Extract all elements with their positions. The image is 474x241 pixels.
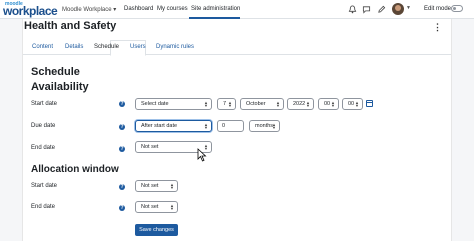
select-arrows-icon: ▲ ▼ (228, 100, 232, 108)
start-day-value: 7 (223, 101, 227, 107)
help-icon[interactable]: ? (119, 146, 125, 152)
allocation-window-heading: Allocation window (31, 164, 119, 175)
moodle-workplace-dropdown[interactable]: Moodle Workplace ▾ (62, 6, 116, 13)
start-date-label: Start date (31, 101, 58, 107)
end-date-select-value: Not set (141, 144, 159, 150)
tab-dynamic-rules[interactable]: Dynamic rules (156, 44, 194, 50)
due-date-select[interactable]: After start date ▲ ▼ (135, 120, 212, 132)
page-title: Health and Safety (24, 20, 117, 32)
start-month-select[interactable]: October ▲ ▼ (240, 98, 284, 110)
user-avatar[interactable] (392, 3, 404, 15)
tab-users[interactable]: Users (130, 44, 146, 50)
availability-heading: Availability (31, 81, 89, 93)
start-day-select[interactable]: 7 ▲ ▼ (217, 98, 236, 110)
start-minute-select[interactable]: 00 ▲ ▼ (342, 98, 363, 110)
start-month-value: October (246, 101, 266, 107)
start-hour-select[interactable]: 00 ▲ ▼ (318, 98, 339, 110)
tab-bar: Content Details Schedule Users Dynamic r… (23, 40, 451, 56)
tab-details[interactable]: Details (65, 44, 83, 50)
select-arrows-icon: ▲ ▼ (170, 182, 174, 190)
start-minute-value: 00 (348, 101, 355, 107)
select-arrows-icon: ▲ ▼ (306, 100, 310, 108)
due-amount-input[interactable]: 0 (217, 120, 244, 132)
select-arrows-icon: ▲ ▼ (204, 100, 208, 108)
help-icon[interactable]: ? (119, 205, 125, 211)
select-arrows-icon: ▲ ▼ (355, 100, 359, 108)
edit-mode-toggle[interactable] (451, 5, 463, 12)
due-unit-select[interactable]: months ▲ ▼ (249, 120, 280, 132)
logo-big-text: workplace (3, 4, 58, 18)
start-hour-value: 00 (324, 101, 331, 107)
calendar-icon[interactable] (366, 100, 373, 107)
start-date-select[interactable]: Select date ▲ ▼ (135, 98, 212, 110)
nav-site-administration[interactable]: Site administration (191, 6, 240, 12)
top-navbar: moodle workplace Moodle Workplace ▾ Dash… (0, 0, 474, 19)
due-unit-value: months (255, 123, 274, 129)
allocation-start-date-select[interactable]: Not set ▲ ▼ (135, 180, 178, 192)
end-date-label: End date (31, 145, 56, 151)
start-date-select-value: Select date (141, 101, 169, 107)
allocation-start-date-label: Start date (31, 183, 58, 189)
pencil-icon[interactable] (377, 5, 386, 14)
edit-mode-label: Edit mode (424, 6, 452, 12)
allocation-end-date-select[interactable]: Not set ▲ ▼ (135, 201, 178, 213)
select-arrows-icon: ▲ ▼ (170, 203, 174, 211)
nav-my-courses[interactable]: My courses (157, 6, 188, 12)
select-arrows-icon: ▲ ▼ (272, 122, 276, 130)
bell-icon[interactable] (348, 5, 357, 14)
allocation-start-date-value: Not set (141, 183, 159, 189)
messages-icon[interactable] (362, 5, 371, 14)
nav-dashboard[interactable]: Dashboard (124, 6, 153, 12)
moodle-workplace-logo[interactable]: moodle workplace (3, 1, 58, 18)
help-icon[interactable]: ? (119, 124, 125, 130)
help-icon[interactable]: ? (119, 184, 125, 190)
due-date-select-value: After start date (141, 123, 178, 129)
due-date-label: Due date (31, 123, 56, 129)
start-year-select[interactable]: 2022 ▲ ▼ (287, 98, 314, 110)
schedule-heading: Schedule (31, 66, 80, 78)
select-arrows-icon: ▲ ▼ (276, 100, 280, 108)
chevron-down-icon[interactable]: ▼ (406, 5, 411, 11)
allocation-end-date-label: End date (31, 204, 56, 210)
more-actions-icon[interactable]: ⋮ (433, 22, 442, 33)
tab-schedule[interactable]: Schedule (94, 44, 119, 50)
select-arrows-icon: ▲ ▼ (331, 100, 335, 108)
help-icon[interactable]: ? (119, 101, 125, 107)
tab-content[interactable]: Content (32, 44, 53, 50)
start-year-value: 2022 (293, 101, 306, 107)
mouse-cursor-icon (197, 148, 207, 162)
save-changes-button[interactable]: Save changes (135, 224, 178, 236)
select-arrows-icon: ▲ ▼ (204, 122, 208, 130)
allocation-end-date-value: Not set (141, 204, 159, 210)
